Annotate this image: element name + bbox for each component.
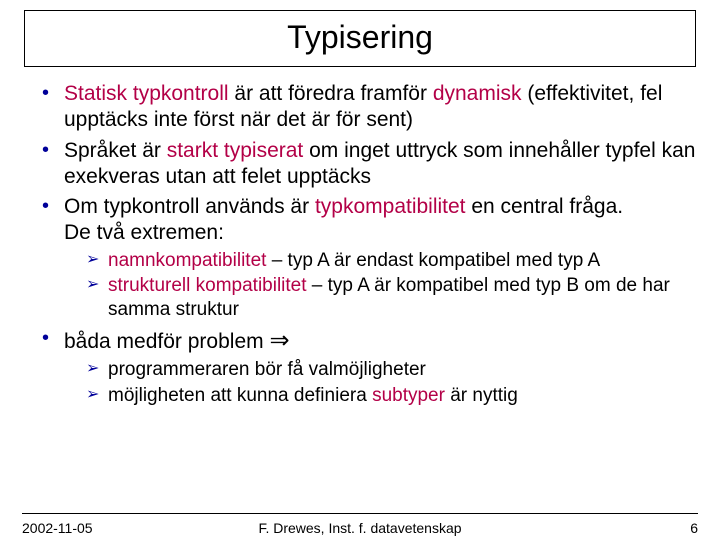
term-name-compat: namnkompatibilitet <box>108 250 266 271</box>
term-subtypes: subtyper <box>372 385 445 406</box>
bullet-4: båda medför problem ⇒ programmeraren bör… <box>46 326 702 408</box>
title-box: Typisering <box>24 10 696 67</box>
term-type-compatibility: typkompatibilitet <box>315 195 466 218</box>
subbullet-subtypes: möjligheten att kunna definiera subtyper… <box>88 384 702 408</box>
slide-title: Typisering <box>25 19 695 56</box>
bullet-1: Statisk typkontroll är att föredra framf… <box>46 81 702 134</box>
term-static-typecheck: Statisk typkontroll <box>64 82 229 105</box>
text: – typ A är endast kompatibel med typ A <box>266 250 600 271</box>
bullet-3: Om typkontroll används är typkompatibili… <box>46 194 702 322</box>
implies-symbol: ⇒ <box>269 328 289 354</box>
footer-row: 2002-11-05 F. Drewes, Inst. f. dataveten… <box>22 520 698 536</box>
sublist-1: namnkompatibilitet – typ A är endast kom… <box>64 249 702 322</box>
term-dynamic: dynamisk <box>433 82 522 105</box>
slide: Typisering Statisk typkontroll är att fö… <box>0 10 720 550</box>
subbullet-programmer-choice: programmeraren bör få valmöjligheter <box>88 358 702 382</box>
footer-divider <box>22 513 698 514</box>
text: möjligheten att kunna definiera <box>108 385 372 406</box>
term-structural-compat: strukturell kompatibilitet <box>108 275 307 296</box>
subbullet-name-compat: namnkompatibilitet – typ A är endast kom… <box>88 249 702 273</box>
term-strongly-typed: starkt typiserat <box>167 139 304 162</box>
text: båda medför problem <box>64 330 269 353</box>
text: är nyttig <box>445 385 518 406</box>
text: programmeraren bör få valmöjligheter <box>108 359 426 380</box>
sublist-2: programmeraren bör få valmöjligheter möj… <box>64 358 702 408</box>
text: Om typkontroll används är <box>64 195 315 218</box>
footer: 2002-11-05 F. Drewes, Inst. f. dataveten… <box>0 513 720 536</box>
footer-author: F. Drewes, Inst. f. datavetenskap <box>0 520 720 536</box>
subbullet-structural-compat: strukturell kompatibilitet – typ A är ko… <box>88 274 702 322</box>
text: är att föredra framför <box>229 82 433 105</box>
bullet-list: Statisk typkontroll är att föredra framf… <box>18 81 702 407</box>
text: Språket är <box>64 139 167 162</box>
text: en central fråga. <box>466 195 624 218</box>
bullet-2: Språket är starkt typiserat om inget utt… <box>46 138 702 191</box>
text: De två extremen: <box>64 221 224 244</box>
